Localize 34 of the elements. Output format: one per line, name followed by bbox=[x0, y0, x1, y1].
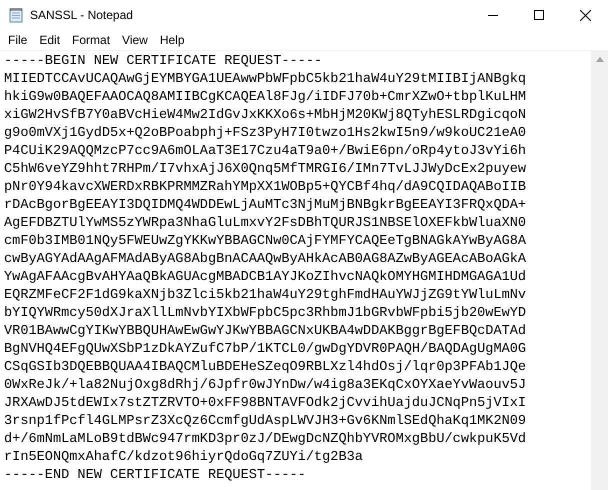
text-line: bYIQYWRmcy50dXJraXllLmNvbYIXbWFpbC5pc3RhbmJ1bGRvbWFpbi5jb20wEwYD bbox=[4, 305, 526, 323]
text-line: BgNVHQ4EFgQUwXSbP1zDkAYZufC7bP/1KTCL0/gwDgYDVR0PAQH/BAQDAgUgMA0G bbox=[4, 341, 526, 359]
text-line: YwAgAFAAcgBvAHYAaQBkAGUAcgMBADCB1AYJKoZIhvcNAQkOMYHGMIHDMGAGA1Ud bbox=[4, 269, 526, 287]
text-line: C5hW6veYZ9hht7RHPm/I7vhxAjJ6X0Qnq5MfTMRGI6/IMn7TvLJJWyDcEx2puyew bbox=[4, 161, 526, 179]
text-line: cwByAGYAdAAgAFMAdAByAG8AbgBnACAAQwByAHkAcAB0AG8AZwByAGEAcABoAGkA bbox=[4, 251, 526, 269]
text-line: -----BEGIN NEW CERTIFICATE REQUEST----- bbox=[4, 53, 322, 71]
notepad-icon bbox=[8, 7, 24, 23]
text-line: 3rsnp1fPcfl4GLMPsrZ3XcQz6CcmfgUdAspLWVJH3+Gv6KNmlSEdQhaKq1MK2N09 bbox=[4, 413, 526, 431]
menu-item[interactable]: Edit bbox=[33, 30, 66, 48]
text-line: 0WxReJk/+la82NujOxg8dRhj/6Jpfr0wJYnDw/w4ig8a3EKqCxOYXaeYvWaouv5J bbox=[4, 377, 526, 395]
menu-item[interactable]: File bbox=[2, 30, 34, 48]
close-icon bbox=[580, 10, 590, 20]
text-line: CSqGSIb3DQEBBQUAA4IBAQCMluBDEHeSZeqO9RBLXzl4hdOsj/lqr0p3PFAb1JQe bbox=[4, 359, 526, 377]
text-line: pNr0Y94kavcXWERDxRBKPRMMZRahYMpXX1WOBp5+QYCBf4hq/dA9CQIDAQABoIIB bbox=[4, 179, 526, 197]
menu-item[interactable]: View bbox=[116, 30, 154, 48]
text-line: P4CUiK29AQQMzcP7cc9A6mOLAaT3E17Czu4aT9a0+/BwiE6pn/oRp4ytoJ3vYi6h bbox=[4, 143, 526, 161]
text-line: hkiG9w0BAQEFAAOCAQ8AMIIBCgKCAQEAl8FJg/iIDFJ70b+CmrXZwO+tbplKuLHM bbox=[4, 89, 526, 107]
text-line: AgEFDBZTUlYwMS5zYWRpa3NhaGluLmxvY2FsDBhTQURJS1NBSElOXEFkbWluaXN0 bbox=[4, 215, 526, 233]
text-line: cmF0b3IMB01NQy5FWEUwZgYKKwYBBAGCNw0CAjFYMFYCAQEeTgBNAGkAYwByAG8A bbox=[4, 233, 526, 251]
menu-item[interactable]: Format bbox=[66, 30, 116, 48]
text-line: rIn5EONQmxAhafC/kdzot96hiyrQdoGq7ZUYi/tg2B3a bbox=[4, 449, 363, 467]
text-line: d+/6mNmLaMLoB9tdBWc947rmKD3pr0zJ/DEwgDcNZQhbYVROMxgBbU/cwkpuK5Vd bbox=[4, 431, 526, 449]
text-line: rDAcBgorBgEEAYI3DQIDMQ4WDDEwLjAuMTc3NjMuMjBNBgkrBgEEAYI3FRQxQDA+ bbox=[4, 197, 526, 215]
maximize-icon bbox=[534, 10, 544, 20]
menu-item[interactable]: Help bbox=[154, 30, 191, 48]
text-line: EQRZMFeCF2F1dG9kaXNjb3Zlci5kb21haW4uY29tghFmdHAuYWJjZG9tYWluLmNv bbox=[4, 287, 526, 305]
text-line: JRXAwDJ5tdEWIx7stZTZRVTO+0xFF98BNTAVFOdk2jCvvihUajduJCNqPn5jVIxI bbox=[4, 395, 526, 413]
text-line: VR01BAwwCgYIKwYBBQUHAwEwGwYJKwYBBAGCNxUKBA4wDDAKBggrBgEFBQcDATAd bbox=[4, 323, 526, 341]
window-title: SANSSL - Notepad bbox=[30, 7, 133, 24]
text-line: g9o0mVXj1GydD5x+Q2oBPoabphj+FSz3PyH7I0twzo1Hs2kwI5n9/w9koUC21eA0 bbox=[4, 125, 526, 143]
scrollbar[interactable] bbox=[591, 51, 608, 490]
text-line: -----END NEW CERTIFICATE REQUEST----- bbox=[4, 467, 306, 485]
text-line: MIIEDTCCAvUCAQAwGjEYMBYGA1UEAwwPbWFpbC5kb21haW4uY29tMIIBIjANBgkq bbox=[4, 71, 526, 89]
text-line: xiGW2HvSfB7Y0aBVcHieW4Mw2IdGvJxKKXo6s+MbHjM20KWj8QTyhESLRDgicqoN bbox=[4, 107, 526, 125]
